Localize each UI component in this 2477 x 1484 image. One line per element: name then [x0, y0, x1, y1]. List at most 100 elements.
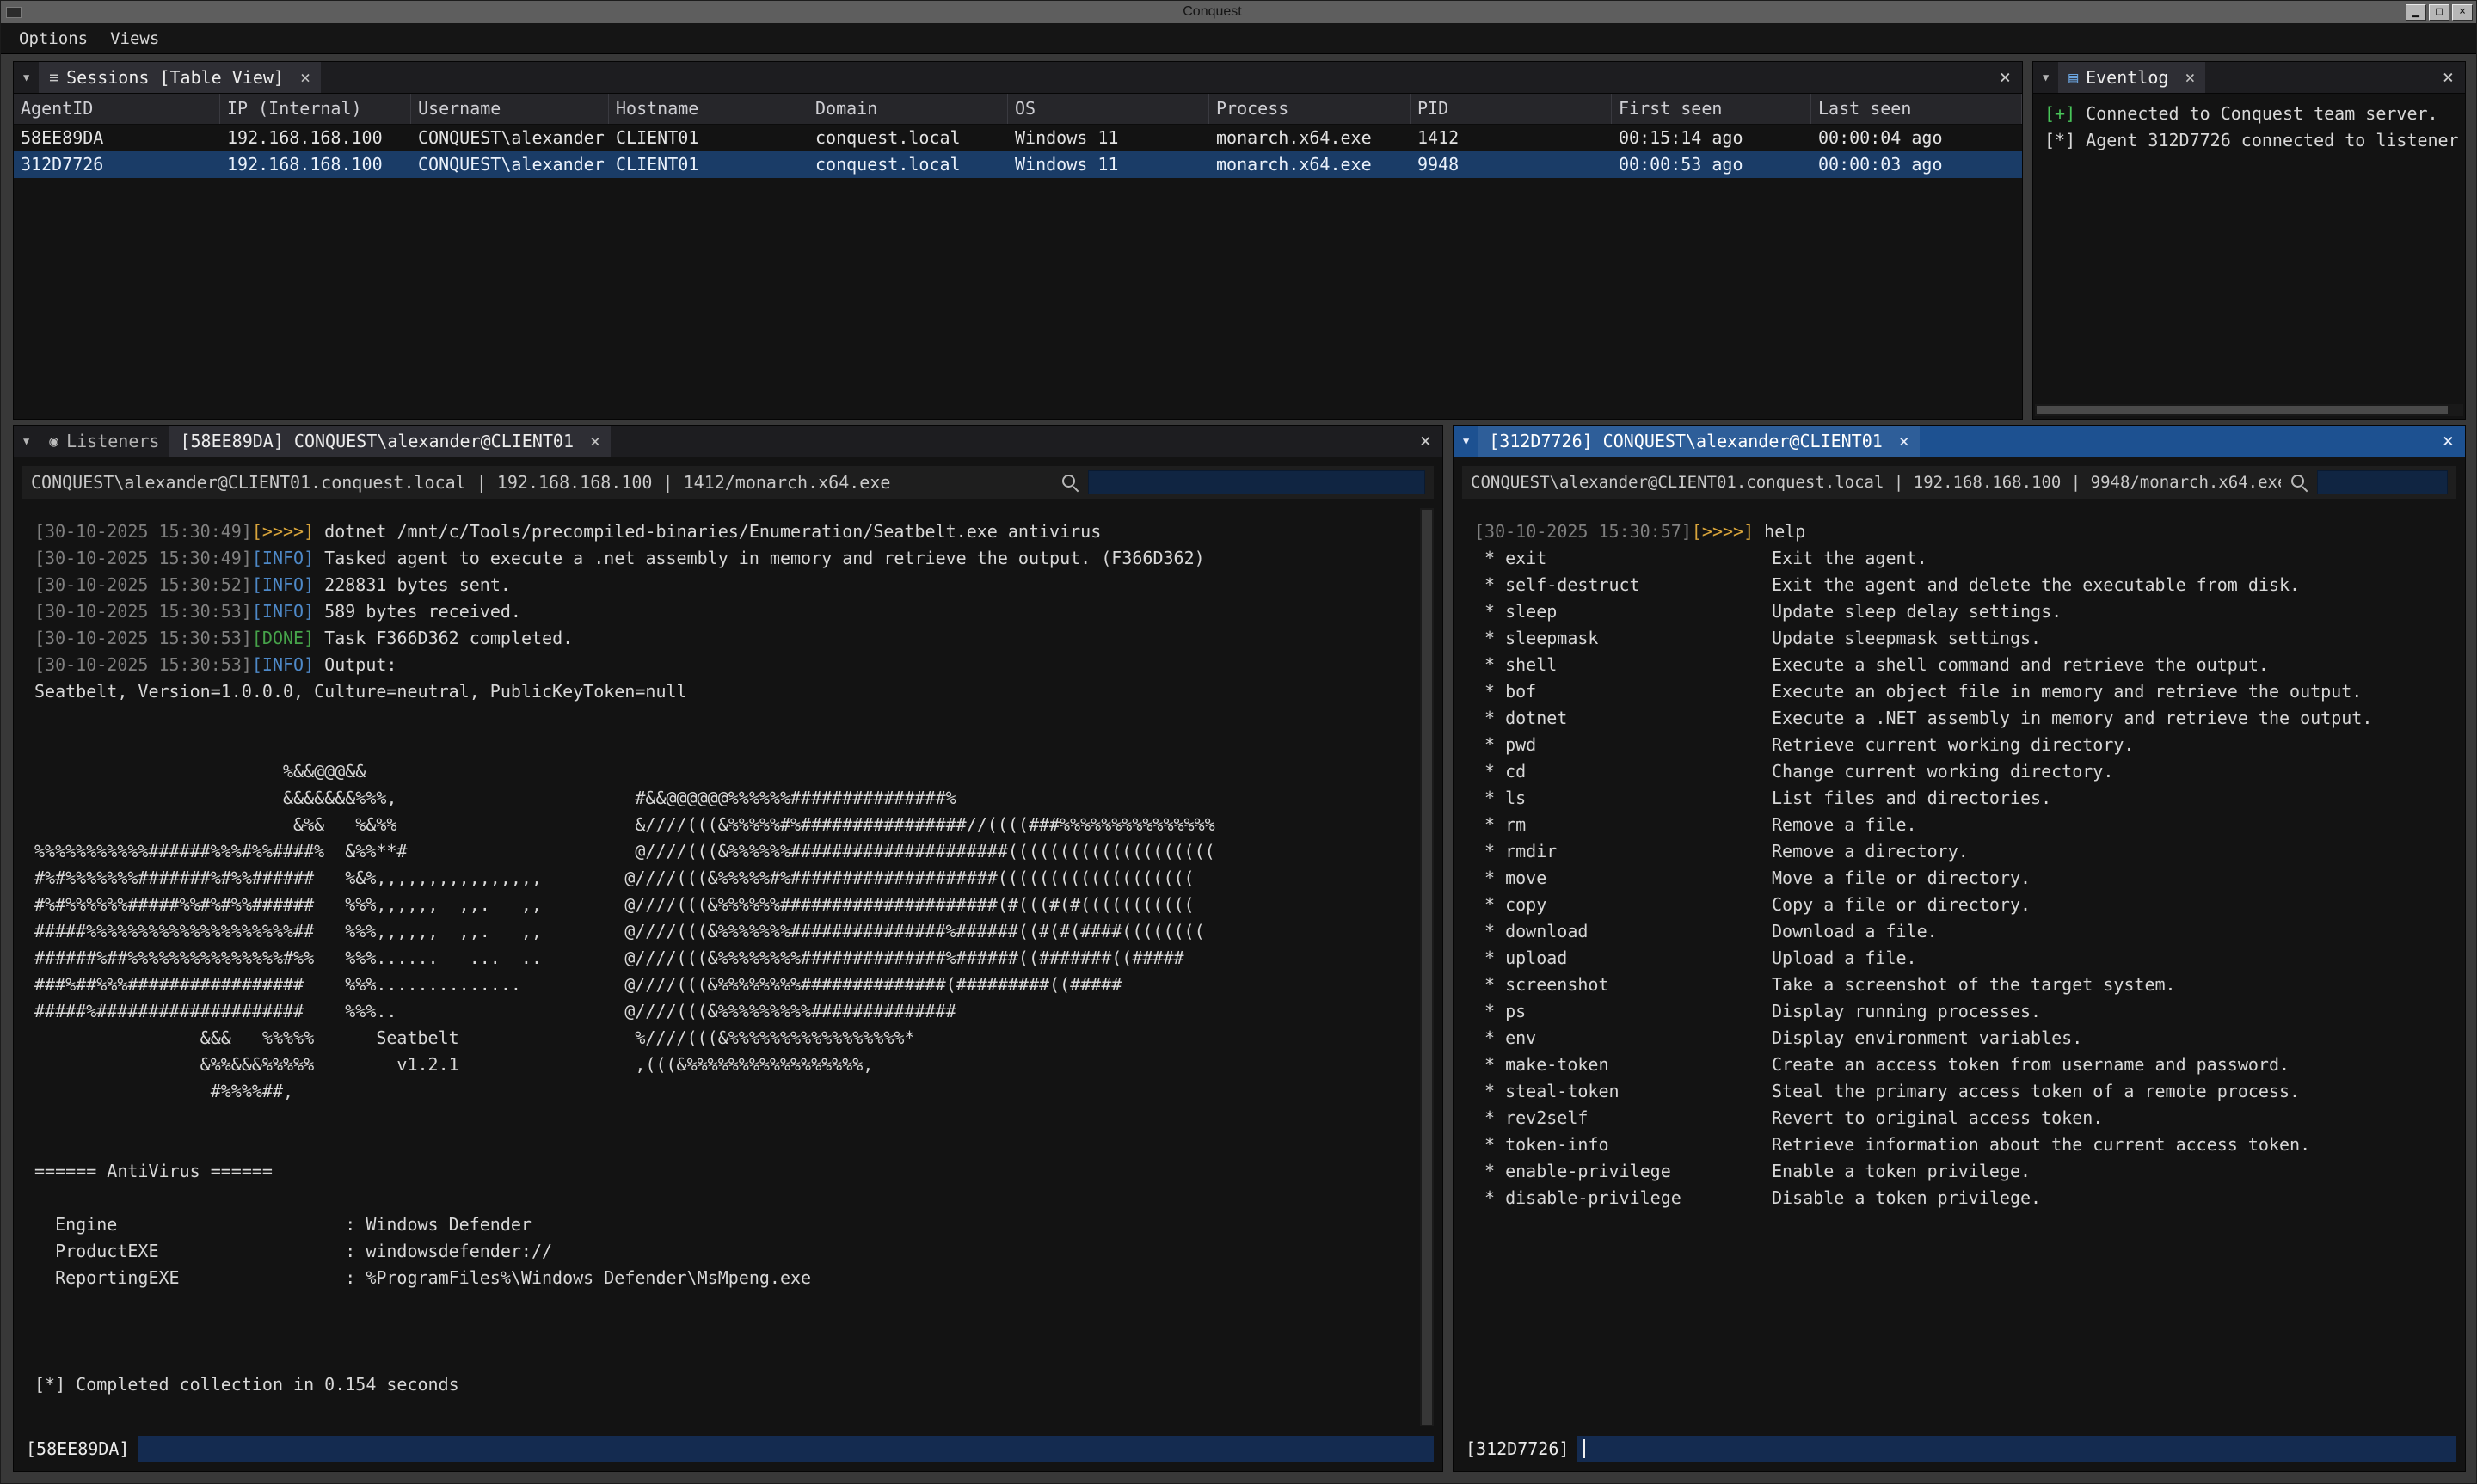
terminal-line: &%& %&%% &////(((&%%%%%#%###############…: [34, 812, 1406, 838]
collapse-arrow-icon[interactable]: ▼: [14, 71, 39, 83]
eventlog-content[interactable]: [+] Connected to Conquest team server.[*…: [2034, 94, 2464, 402]
close-panel-icon[interactable]: ×: [2431, 431, 2465, 452]
collapse-arrow-icon[interactable]: ▼: [1454, 435, 1478, 447]
column-header-ip[interactable]: IP (Internal): [220, 94, 411, 124]
close-icon[interactable]: ×: [2452, 4, 2473, 21]
session-cell: 00:00:04 ago: [1811, 125, 2022, 151]
column-header-agentid[interactable]: AgentID: [14, 94, 220, 124]
agent-status-bar: CONQUEST\alexander@CLIENT01.conquest.loc…: [1462, 466, 2456, 499]
session-cell: monarch.x64.exe: [1209, 125, 1411, 151]
close-panel-icon[interactable]: ×: [1988, 67, 2022, 89]
terminal-line: Engine : Windows Defender: [34, 1211, 1406, 1238]
close-panel-icon[interactable]: ×: [2431, 67, 2465, 89]
column-header-os[interactable]: OS: [1008, 94, 1209, 124]
terminal-line: Seatbelt, Version=1.0.0.0, Culture=neutr…: [34, 678, 1406, 705]
session-row[interactable]: 312D7726192.168.168.100CONQUEST\alexande…: [14, 151, 2022, 178]
terminal-line: #%%%%##,: [34, 1078, 1406, 1105]
search-input[interactable]: [1088, 470, 1425, 494]
session-cell: monarch.x64.exe: [1209, 151, 1411, 178]
help-command-line: * screenshotTake a screenshot of the tar…: [1474, 972, 2444, 998]
session-row[interactable]: 58EE89DA192.168.168.100CONQUEST\alexande…: [14, 125, 2022, 151]
column-header-domain[interactable]: Domain: [808, 94, 1008, 124]
terminal-line: [30-10-2025 15:30:53][INFO] Output:: [34, 652, 1406, 678]
tab-listeners[interactable]: ◉ Listeners: [39, 426, 169, 457]
help-command-line: * rmdirRemove a directory.: [1474, 838, 2444, 865]
tab-eventlog[interactable]: ▤ Eventlog ×: [2058, 62, 2205, 93]
sessions-table-body: 58EE89DA192.168.168.100CONQUEST\alexande…: [14, 125, 2022, 178]
tab-session-312D7726[interactable]: [312D7726] CONQUEST\alexander@CLIENT01 ×: [1478, 426, 1920, 457]
eventlog-entry: [*] Agent 312D7726 connected to listener: [2044, 127, 2454, 154]
agent-status-bar: CONQUEST\alexander@CLIENT01.conquest.loc…: [22, 466, 1434, 499]
prompt-label: [312D7726]: [1462, 1438, 1569, 1459]
session-cell: 00:15:14 ago: [1612, 125, 1811, 151]
app-window: Conquest ▁ □ × Options Views ▼ ≡ Session…: [0, 0, 2477, 1484]
command-input-row: [58EE89DA]: [22, 1433, 1434, 1464]
session-cell: 9948: [1411, 151, 1612, 178]
sessions-panel-bar: ▼ ≡ Sessions [Table View] × ×: [14, 62, 2022, 94]
session-cell: 00:00:03 ago: [1811, 151, 2022, 178]
column-header-pid[interactable]: PID: [1411, 94, 1612, 124]
scrollbar-thumb[interactable]: [2037, 406, 2448, 414]
console-panel-bar: ▼ [312D7726] CONQUEST\alexander@CLIENT01…: [1454, 426, 2465, 457]
tab-session-58EE89DA[interactable]: [58EE89DA] CONQUEST\alexander@CLIENT01 ×: [169, 426, 611, 457]
session-cell: 192.168.168.100: [220, 125, 411, 151]
help-command-line: * sleepUpdate sleep delay settings.: [1474, 598, 2444, 625]
session-cell: CLIENT01: [609, 125, 808, 151]
collapse-arrow-icon[interactable]: ▼: [2033, 71, 2058, 83]
terminal-line: [34, 1345, 1406, 1371]
collapse-arrow-icon[interactable]: ▼: [14, 435, 39, 447]
terminal-line: %&&@@@&&: [34, 758, 1406, 785]
minimize-icon[interactable]: ▁: [2406, 4, 2426, 21]
column-header-hostname[interactable]: Hostname: [609, 94, 808, 124]
terminal-line: &&& %%%%% Seatbelt %////(((&%%%%%%%%%%%%…: [34, 1025, 1406, 1052]
maximize-icon[interactable]: □: [2429, 4, 2449, 21]
session-cell: conquest.local: [808, 151, 1008, 178]
console-output[interactable]: [30-10-2025 15:30:57][>>>>] help* exitEx…: [1462, 508, 2456, 1426]
menu-bar: Options Views: [1, 23, 2476, 54]
help-command-line: * lsList files and directories.: [1474, 785, 2444, 812]
help-command-line: * uploadUpload a file.: [1474, 945, 2444, 972]
window-title: Conquest: [22, 4, 2403, 20]
help-command-line: * disable-privilegeDisable a token privi…: [1474, 1185, 2444, 1211]
horizontal-scrollbar[interactable]: [2035, 404, 2463, 416]
agent-console-panel-58EE89DA: ▼ ◉ Listeners [58EE89DA] CONQUEST\alexan…: [13, 425, 1443, 1472]
close-panel-icon[interactable]: ×: [1409, 431, 1442, 452]
column-header-process[interactable]: Process: [1209, 94, 1411, 124]
window-titlebar[interactable]: Conquest ▁ □ ×: [1, 1, 2476, 23]
session-cell: 192.168.168.100: [220, 151, 411, 178]
tab-sessions-table-view[interactable]: ≡ Sessions [Table View] ×: [39, 62, 321, 93]
terminal-line: #%#%%%%%%#####%%#%#%%###### %%%,,,,,, ,,…: [34, 892, 1406, 918]
close-tab-icon[interactable]: ×: [2185, 67, 2195, 88]
console-output[interactable]: [30-10-2025 15:30:49][>>>>] dotnet /mnt/…: [22, 508, 1418, 1426]
help-command-line: * steal-tokenSteal the primary access to…: [1474, 1078, 2444, 1105]
terminal-line: #%#%%%%%%%#######%#%%###### %&%,,,,,,,,,…: [34, 865, 1406, 892]
text-cursor: [1583, 1439, 1585, 1458]
column-header-username[interactable]: Username: [411, 94, 609, 124]
help-command-line: * downloadDownload a file.: [1474, 918, 2444, 945]
command-input[interactable]: [1577, 1436, 2456, 1462]
help-command-line: * rmRemove a file.: [1474, 812, 2444, 838]
close-tab-icon[interactable]: ×: [1899, 431, 1909, 451]
close-tab-icon[interactable]: ×: [300, 67, 310, 88]
session-cell: conquest.local: [808, 125, 1008, 151]
terminal-line: ====== AntiVirus ======: [34, 1158, 1406, 1185]
terminal-line: &&&&&&&%%%, #&&@@@@@@%%%%%%#############…: [34, 785, 1406, 812]
scrollbar-thumb[interactable]: [1422, 510, 1432, 1425]
eventlog-panel: ▼ ▤ Eventlog × × [+] Connected to Conque…: [2032, 61, 2466, 420]
agent-context-label: CONQUEST\alexander@CLIENT01.conquest.loc…: [1471, 473, 2281, 492]
command-input[interactable]: [138, 1436, 1434, 1462]
search-input[interactable]: [2317, 470, 2448, 494]
terminal-line: #####%#################### %%%.. @////((…: [34, 998, 1406, 1025]
menu-options[interactable]: Options: [8, 27, 99, 51]
column-header-last-seen[interactable]: Last seen: [1811, 94, 2022, 124]
window-icon[interactable]: [6, 7, 22, 18]
vertical-scrollbar[interactable]: [1420, 508, 1434, 1426]
session-cell: Windows 11: [1008, 151, 1209, 178]
close-tab-icon[interactable]: ×: [590, 431, 600, 451]
help-command-line: * bofExecute an object file in memory an…: [1474, 678, 2444, 705]
terminal-line: [34, 1105, 1406, 1131]
menu-views[interactable]: Views: [99, 27, 170, 51]
search-icon: [1060, 473, 1079, 492]
column-header-first-seen[interactable]: First seen: [1612, 94, 1811, 124]
terminal-line: ProductEXE : windowsdefender://: [34, 1238, 1406, 1265]
